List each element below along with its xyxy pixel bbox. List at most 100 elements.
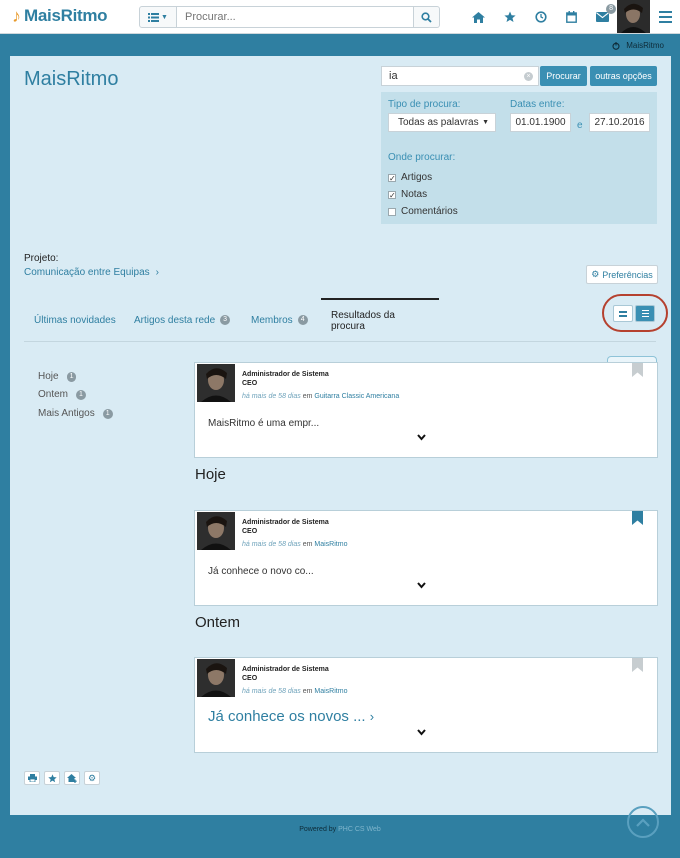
post-place[interactable]: MaisRitmo [314,541,347,548]
global-search-button[interactable] [414,6,440,28]
date-from-input[interactable]: 01.01.1900 [510,113,571,132]
footer: Powered by PHC CS Web [0,826,680,833]
author-avatar[interactable] [197,512,235,550]
filter-today[interactable]: Hoje 1 [38,371,77,382]
list-icon [148,12,160,22]
chevron-down-icon[interactable] [417,729,426,736]
home-button[interactable] [463,9,494,25]
checkbox-label: Comentários [401,206,458,217]
list-view-button[interactable] [635,305,655,322]
post-author[interactable]: Administrador de Sistema [242,666,329,673]
notification-badge: 8 [606,4,616,14]
app-logo[interactable]: ♪ MaisRitmo [12,6,108,26]
search-type-value: Todas as palavras [398,117,479,128]
search-query-value: ia [389,70,398,82]
messages-button[interactable]: 8 [587,4,618,25]
where-comments-checkbox[interactable]: Comentários [388,206,458,217]
add-home-button[interactable] [64,771,80,785]
where-articles-checkbox[interactable]: ✓ Artigos [388,172,432,183]
tab-members[interactable]: Membros 4 [251,298,308,342]
view-list-icon [641,316,649,317]
post-excerpt[interactable]: MaisRitmo é uma empr... [208,418,319,429]
post-place[interactable]: Guitarra Classic Americana [314,393,399,400]
author-avatar[interactable] [197,659,235,697]
chevron-down-icon[interactable] [417,434,426,441]
preferences-button[interactable]: ⚙ Preferências [586,265,658,284]
filter-label: Ontem [38,389,69,400]
date-to-input[interactable]: 27.10.2016 [589,113,650,132]
post-excerpt: Já conhece os novos ... [208,708,366,725]
filter-count-badge: 1 [66,371,77,382]
history-button[interactable] [525,9,556,25]
favorite-page-button[interactable] [44,771,60,785]
gear-icon: ⚙ [87,772,97,783]
compact-view-button[interactable] [613,305,633,322]
post-card[interactable]: Administrador de Sistema CEO há mais de … [194,657,658,753]
filter-count-badge: 1 [76,389,86,400]
tab-label: Membros [251,314,293,326]
post-excerpt[interactable]: Já conhece o novo co... [208,566,314,577]
filter-yesterday[interactable]: Ontem 1 [38,389,86,400]
calendar-button[interactable] [556,9,587,25]
author-photo [197,364,235,402]
where-notes-checkbox[interactable]: ✓ Notas [388,189,427,200]
search-button[interactable]: Procurar [540,66,587,86]
search-scope-button[interactable]: ▼ [139,6,177,28]
filter-count-badge: 1 [102,408,113,419]
user-photo [617,0,650,33]
envelope-icon [596,12,609,22]
app-brand: MaisRitmo [24,6,108,25]
tab-latest[interactable]: Últimas novidades [34,298,116,342]
bookmark-icon[interactable] [632,511,643,525]
post-card[interactable]: Administrador de Sistema CEO há mais de … [194,362,658,458]
system-user-name[interactable]: MaisRitmo [626,41,664,50]
tab-articles[interactable]: Artigos desta rede 3 [134,298,231,342]
post-card[interactable]: Administrador de Sistema CEO há mais de … [194,510,658,606]
project-label: Projeto: [24,253,59,264]
tab-search-results[interactable]: Resultados da procura [321,298,439,342]
post-in: em [302,541,313,548]
tabs-divider [24,341,656,342]
post-author[interactable]: Administrador de Sistema [242,371,329,378]
home-plus-icon [67,773,77,783]
print-button[interactable] [24,771,40,785]
post-author[interactable]: Administrador de Sistema [242,519,329,526]
home-icon [472,11,485,23]
search-type-select[interactable]: Todas as palavras ▼ [388,113,496,132]
footer-product[interactable]: PHC CS Web [338,826,381,833]
caret-down-icon: ▼ [482,119,489,126]
search-options-panel: Tipo de procura: Todas as palavras ▼ Dat… [381,92,657,224]
chevron-right-icon: › [369,709,375,724]
post-title-link[interactable]: Já conhece os novos ... › [208,708,374,725]
view-compact-icon [619,314,627,317]
bookmark-icon[interactable] [632,658,643,672]
search-type-label: Tipo de procura: [388,99,461,110]
post-place[interactable]: MaisRitmo [314,688,347,695]
scroll-to-top-button[interactable] [627,806,659,838]
bookmark-icon[interactable] [632,363,643,377]
global-search-input[interactable] [177,6,414,28]
project-link[interactable]: Comunicação entre Equipas › [24,267,159,278]
favorites-button[interactable] [494,9,525,25]
author-photo [197,659,235,697]
page-settings-button[interactable]: ⚙ [84,771,100,785]
chevron-up-icon [636,817,650,827]
print-icon [27,774,37,782]
music-note-icon: ♪ [12,6,21,26]
hamburger-menu-button[interactable] [659,11,672,26]
chevron-down-icon[interactable] [417,582,426,589]
chevron-right-icon: › [155,267,159,278]
search-icon [421,11,432,23]
search-query-input[interactable]: ia × [381,66,539,86]
filter-older[interactable]: Mais Antigos 1 [38,408,113,419]
user-avatar[interactable] [617,0,650,33]
clear-icon[interactable]: × [524,72,533,81]
calendar-icon [566,11,577,23]
more-options-button[interactable]: outras opções [590,66,657,86]
project-name: Comunicação entre Equipas [24,267,150,278]
tab-label: Últimas novidades [34,314,116,326]
post-time: há mais de 58 dias [242,393,301,400]
checkbox-label: Artigos [401,172,433,183]
author-avatar[interactable] [197,364,235,402]
hamburger-bar [659,16,672,18]
